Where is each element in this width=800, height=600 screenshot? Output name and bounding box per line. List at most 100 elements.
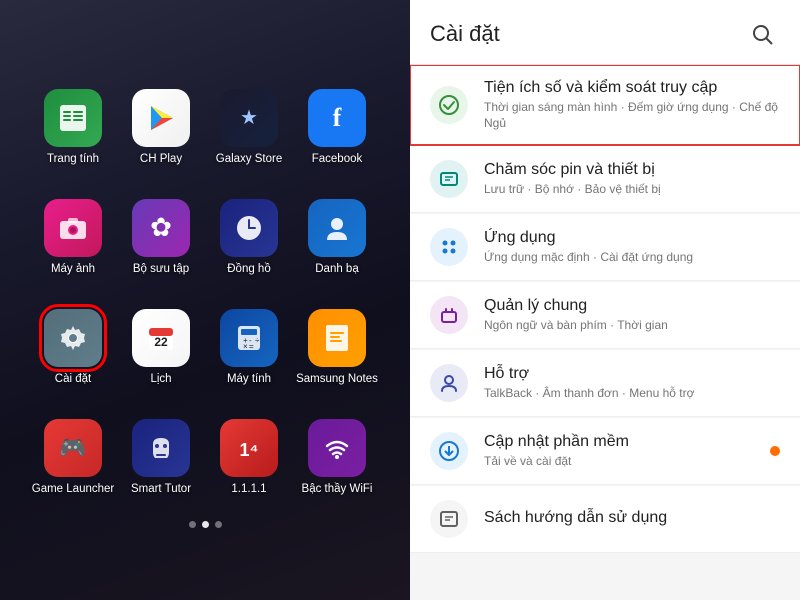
settings-icon: [44, 309, 102, 367]
battery-device-text: Chăm sóc pin và thiết bị Lưu trữ · Bộ nhớ…: [484, 161, 780, 198]
collection-label: Bộ sưu tập: [133, 263, 189, 277]
app-item-wifi-master[interactable]: Bậc thầy WiFi: [293, 403, 381, 513]
app-item-settings[interactable]: Cài đặt: [29, 293, 117, 403]
game-launcher-label: Game Launcher: [32, 483, 114, 497]
settings-list: Tiện ích số và kiểm soát truy cập Thời gi…: [410, 65, 800, 600]
samsung-notes-icon: [308, 309, 366, 367]
settings-item-general[interactable]: Quản lý chung Ngôn ngữ và bàn phím · Thời…: [410, 282, 800, 349]
apps-subtitle: Ứng dụng mặc định · Cài đặt ứng dụng: [484, 250, 780, 266]
clock-icon: [220, 199, 278, 257]
search-button[interactable]: [744, 16, 780, 52]
general-title: Quản lý chung: [484, 297, 780, 315]
user-manual-text: Sách hướng dẫn sử dụng: [484, 509, 780, 530]
software-update-badge: [770, 446, 780, 456]
app-item-chplay[interactable]: CH Play: [117, 73, 205, 183]
chplay-label: CH Play: [140, 153, 182, 167]
app-grid: Trang tính CH Play ★ Galaxy Store f Facebook M…: [29, 73, 381, 513]
digital-wellbeing-subtitle: Thời gian sáng màn hình · Đếm giờ ứng dụ…: [484, 100, 780, 131]
app-item-game-launcher[interactable]: 🎮 Game Launcher: [29, 403, 117, 513]
camera-label: Máy ảnh: [51, 263, 95, 277]
collection-icon: ✿: [132, 199, 190, 257]
battery-device-icon: [430, 160, 468, 198]
sheets-icon: [44, 89, 102, 147]
page-dot-0: [189, 521, 196, 528]
battery-device-subtitle: Lưu trữ · Bộ nhớ · Bảo vệ thiết bị: [484, 182, 780, 198]
svg-text:×: ×: [243, 342, 248, 351]
general-text: Quản lý chung Ngôn ngữ và bàn phím · Thời…: [484, 297, 780, 334]
software-update-title: Cập nhật phần mềm: [484, 433, 754, 451]
digital-wellbeing-title: Tiện ích số và kiểm soát truy cập: [484, 79, 780, 97]
user-manual-icon: [430, 500, 468, 538]
home-screen: Trang tính CH Play ★ Galaxy Store f Facebook M…: [0, 0, 410, 600]
app-item-111[interactable]: 1⁴ 1.1.1.1: [205, 403, 293, 513]
camera-icon: [44, 199, 102, 257]
app-item-samsung-notes[interactable]: Samsung Notes: [293, 293, 381, 403]
user-manual-title: Sách hướng dẫn sử dụng: [484, 509, 780, 527]
support-title: Hỗ trợ: [484, 365, 780, 383]
software-update-icon: [430, 432, 468, 470]
digital-wellbeing-icon: [430, 86, 468, 124]
settings-item-user-manual[interactable]: Sách hướng dẫn sử dụng: [410, 486, 800, 553]
app-item-smart-tutor[interactable]: Smart Tutor: [117, 403, 205, 513]
galaxy-store-label: Galaxy Store: [216, 153, 282, 167]
calculator-icon: +-÷×=: [220, 309, 278, 367]
calculator-label: Máy tính: [227, 373, 271, 387]
page-dot-1: [202, 521, 209, 528]
wifi-master-icon: [308, 419, 366, 477]
settings-item-digital-wellbeing[interactable]: Tiện ích số và kiểm soát truy cập Thời gi…: [410, 65, 800, 146]
calendar-icon: 22: [132, 309, 190, 367]
app-item-calendar[interactable]: 22 Lịch: [117, 293, 205, 403]
app-item-camera[interactable]: Máy ảnh: [29, 183, 117, 293]
support-text: Hỗ trợ TalkBack · Âm thanh đơn · Menu hỗ …: [484, 365, 780, 402]
facebook-label: Facebook: [312, 153, 363, 167]
page-dots: [189, 521, 222, 528]
111-icon: 1⁴: [220, 419, 278, 477]
app-item-sheets[interactable]: Trang tính: [29, 73, 117, 183]
svg-text:★: ★: [240, 107, 258, 129]
battery-device-title: Chăm sóc pin và thiết bị: [484, 161, 780, 179]
settings-title: Cài đặt: [430, 21, 500, 47]
support-subtitle: TalkBack · Âm thanh đơn · Menu hỗ trợ: [484, 386, 780, 402]
general-icon: [430, 296, 468, 334]
sheets-label: Trang tính: [47, 153, 99, 167]
chplay-icon: [132, 89, 190, 147]
svg-text:÷: ÷: [255, 336, 260, 345]
apps-icon: [430, 228, 468, 266]
support-icon: [430, 364, 468, 402]
software-update-text: Cập nhật phần mềmTải về và cài đặt: [484, 433, 754, 470]
settings-label: Cài đặt: [55, 373, 91, 387]
settings-item-battery-device[interactable]: Chăm sóc pin và thiết bị Lưu trữ · Bộ nhớ…: [410, 146, 800, 213]
app-item-calculator[interactable]: +-÷×=Máy tính: [205, 293, 293, 403]
clock-label: Đồng hồ: [227, 263, 270, 277]
wifi-master-label: Bậc thầy WiFi: [302, 483, 373, 497]
111-label: 1.1.1.1: [231, 483, 266, 497]
settings-item-apps[interactable]: Ứng dụng Ứng dụng mặc định · Cài đặt ứng …: [410, 214, 800, 281]
app-item-clock[interactable]: Đồng hồ: [205, 183, 293, 293]
samsung-notes-label: Samsung Notes: [296, 373, 378, 387]
svg-text:=: =: [249, 342, 254, 351]
calendar-label: Lịch: [150, 373, 171, 387]
svg-text:1⁴: 1⁴: [240, 440, 259, 460]
app-item-galaxy-store[interactable]: ★ Galaxy Store: [205, 73, 293, 183]
settings-header: Cài đặt: [410, 0, 800, 65]
game-launcher-icon: 🎮: [44, 419, 102, 477]
svg-text:🎮: 🎮: [59, 435, 86, 460]
svg-text:✿: ✿: [150, 212, 172, 242]
smart-tutor-icon: [132, 419, 190, 477]
facebook-icon: f: [308, 89, 366, 147]
app-item-facebook[interactable]: f Facebook: [293, 73, 381, 183]
settings-panel: Cài đặt Tiện ích số và kiểm soát truy cậ…: [410, 0, 800, 600]
general-subtitle: Ngôn ngữ và bàn phím · Thời gian: [484, 318, 780, 334]
page-dot-2: [215, 521, 222, 528]
galaxy-store-icon: ★: [220, 89, 278, 147]
apps-title: Ứng dụng: [484, 229, 780, 247]
contacts-icon: [308, 199, 366, 257]
digital-wellbeing-text: Tiện ích số và kiểm soát truy cập Thời gi…: [484, 79, 780, 131]
settings-item-support[interactable]: Hỗ trợ TalkBack · Âm thanh đơn · Menu hỗ …: [410, 350, 800, 417]
app-item-contacts[interactable]: Danh bạ: [293, 183, 381, 293]
svg-text:f: f: [333, 103, 342, 132]
svg-text:22: 22: [154, 335, 168, 349]
settings-item-software-update[interactable]: Cập nhật phần mềmTải về và cài đặt: [410, 418, 800, 485]
app-item-collection[interactable]: ✿ Bộ sưu tập: [117, 183, 205, 293]
contacts-label: Danh bạ: [315, 263, 358, 277]
